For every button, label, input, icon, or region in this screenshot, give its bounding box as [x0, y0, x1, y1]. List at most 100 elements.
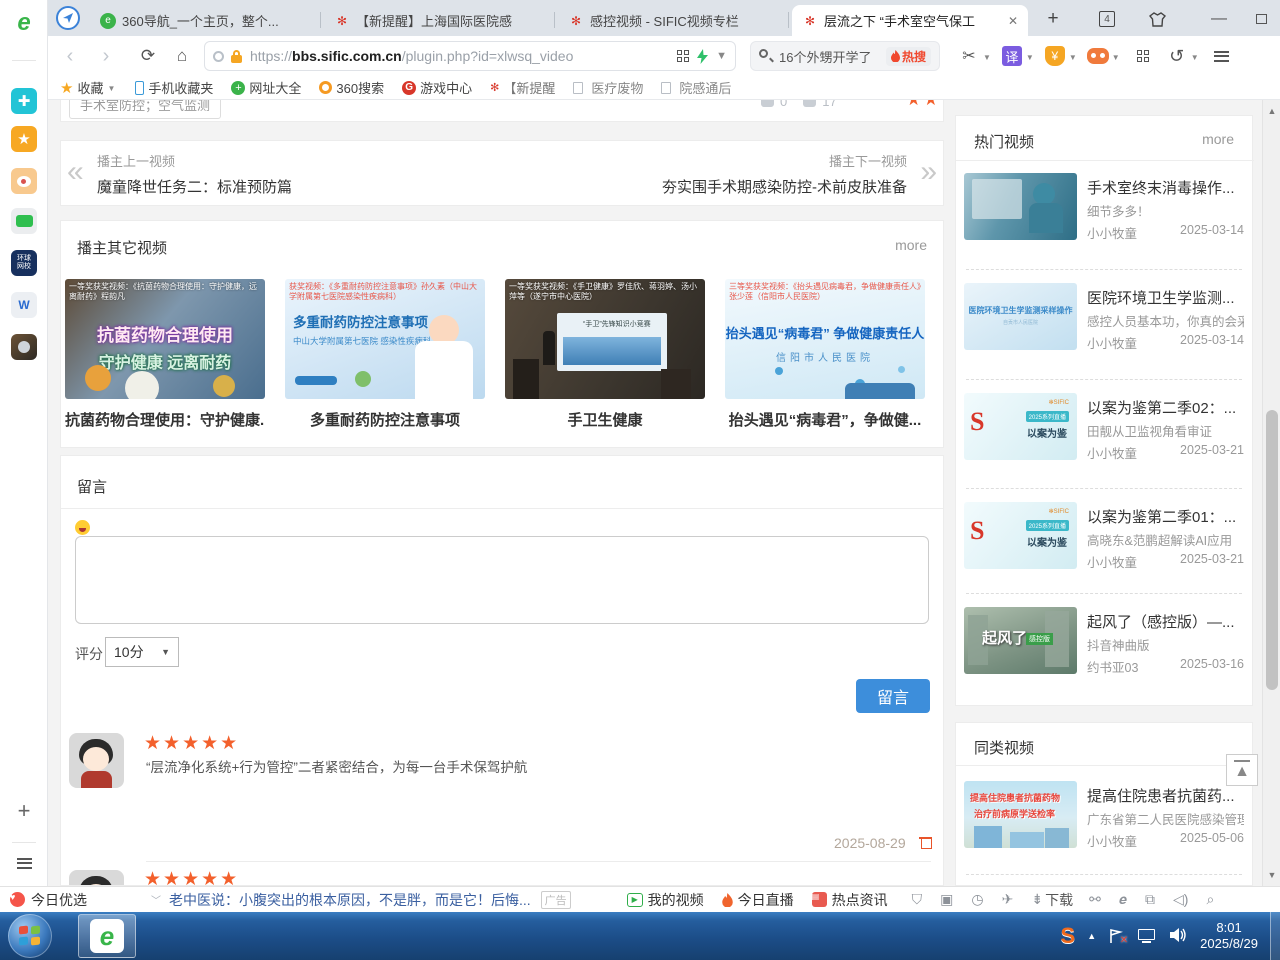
- other-videos-more-link[interactable]: more: [895, 237, 927, 253]
- reload-button[interactable]: ⟳: [134, 42, 162, 70]
- tab-active-laminar-flow[interactable]: ✻ 层流之下 “手术室空气保工 ✕: [792, 5, 1028, 36]
- video-rating-stars[interactable]: ★★★★★: [906, 100, 944, 110]
- history-clock-icon[interactable]: ◷: [971, 891, 983, 908]
- news-ticker-link[interactable]: 老中医说：小腹突出的根本原因，不是胖，而是它！后悔...: [169, 890, 531, 910]
- hot-video-item[interactable]: 手术室终末消毒操作... 细节多多！ 小小牧童2025-03-14: [956, 173, 1254, 241]
- hot-search-badge[interactable]: 热搜: [886, 47, 931, 66]
- bookmark-game-center[interactable]: G游戏中心: [402, 78, 472, 97]
- undo-recently-closed-icon[interactable]: ↺: [1164, 43, 1190, 69]
- taskbar-browser-button[interactable]: e: [78, 914, 136, 958]
- screenshot-image-icon[interactable]: ▣: [940, 891, 953, 908]
- taskbar-clock[interactable]: 8:01 2025/8/29: [1200, 920, 1258, 952]
- forward-button[interactable]: ›: [92, 42, 120, 70]
- mute-speaker-icon[interactable]: ◁): [1173, 891, 1188, 908]
- qr-code-icon[interactable]: [677, 50, 689, 62]
- browser-360-logo-icon[interactable]: e: [11, 10, 37, 36]
- 360-tray-icon[interactable]: S: [1061, 923, 1076, 949]
- start-button[interactable]: [8, 914, 52, 958]
- security-shield-icon[interactable]: ⛉: [912, 891, 923, 908]
- bookmark-hospital-infection[interactable]: 院感通后: [661, 78, 731, 97]
- search-box[interactable]: 16个外甥开学了 热搜: [750, 41, 940, 71]
- address-bar[interactable]: https://bbs.sific.com.cn/plugin.php?id=x…: [204, 41, 736, 71]
- sidebar-list-icon[interactable]: [11, 850, 37, 876]
- booster-rocket-icon[interactable]: ✈: [1002, 891, 1014, 908]
- bookmark-favorites[interactable]: ★收藏▼: [60, 78, 117, 97]
- scroll-up-arrow[interactable]: ▲: [1263, 106, 1280, 116]
- video-title[interactable]: 多重耐药防控注意事项: [285, 409, 485, 430]
- video-title[interactable]: 抗菌药物合理使用：守护健康...: [65, 409, 265, 430]
- navigation-compass-icon[interactable]: [56, 6, 80, 30]
- video-tag[interactable]: 手术室防控；空气监测: [69, 100, 221, 119]
- video-thumbnail[interactable]: 一等奖获奖视频：《抗菌药物合理使用：守护健康，远离耐药》程韵凡 抗菌药物合理使用…: [65, 279, 265, 399]
- hot-videos-more-link[interactable]: more: [1202, 131, 1234, 147]
- hot-video-item[interactable]: S ✻SIFIC 2025系列直播 以案为鉴 以案为鉴第二季01：... 高晓东…: [956, 502, 1254, 570]
- video-title[interactable]: 手卫生健康: [505, 409, 705, 430]
- scrollbar-thumb[interactable]: [1266, 410, 1278, 690]
- tab-360-nav[interactable]: e 360导航_一个主页，整个...: [90, 5, 316, 36]
- next-double-chevron-icon[interactable]: »: [920, 155, 937, 189]
- rating-select[interactable]: 10分 ▼: [105, 637, 179, 667]
- translate-icon[interactable]: 译: [999, 43, 1025, 69]
- tab-sific-videos[interactable]: ✻ 感控视频 - SIFIC视频专栏: [558, 5, 784, 36]
- live-link[interactable]: 今日直播: [738, 890, 794, 910]
- hot-news-link[interactable]: 热点资讯: [832, 890, 888, 910]
- window-split-icon[interactable]: ⧉: [1145, 891, 1155, 908]
- apps-grid-icon[interactable]: [1130, 43, 1156, 69]
- emoji-picker-icon[interactable]: [75, 520, 90, 535]
- home-button[interactable]: ⌂: [168, 42, 196, 70]
- game-center-icon[interactable]: [1085, 43, 1111, 69]
- bookmark-site-directory[interactable]: +网址大全: [231, 78, 301, 97]
- prev-double-chevron-icon[interactable]: «: [67, 155, 84, 189]
- find-on-page-icon[interactable]: ⌕: [1206, 891, 1214, 908]
- prev-video-link[interactable]: 播主上一视频 魔童降世任务二：标准预防篇: [97, 151, 292, 197]
- delete-comment-icon[interactable]: [919, 835, 932, 849]
- volume-speaker-icon[interactable]: [1170, 927, 1188, 946]
- screenshot-scissors-icon[interactable]: ✂: [956, 43, 982, 69]
- speed-lightning-icon[interactable]: [697, 49, 708, 64]
- new-tab-button[interactable]: +: [1040, 8, 1066, 30]
- hot-video-item[interactable]: 医院环境卫生学监测采样操作 自贡市人民医院 医院环境卫生学监测... 感控人员基…: [956, 283, 1254, 351]
- hot-video-item[interactable]: 起风了 感控版 起风了（感控版）—... 抖音神曲版 约书亚032025-03-…: [956, 607, 1254, 675]
- ssl-lock-icon[interactable]: [230, 50, 243, 63]
- maximize-button[interactable]: [1248, 8, 1274, 30]
- video-title[interactable]: 抬头遇见“病毒君”，争做健...: [725, 409, 925, 430]
- page-scrollbar[interactable]: ▲ ▼: [1262, 100, 1280, 886]
- tab-close-icon[interactable]: ✕: [1008, 14, 1018, 28]
- bookmark-360-search[interactable]: 360搜索: [319, 78, 384, 97]
- download-label[interactable]: 下载: [1045, 890, 1073, 910]
- game-app-icon[interactable]: [11, 334, 37, 360]
- submit-comment-button[interactable]: 留言: [856, 679, 930, 713]
- network-icon[interactable]: ✕: [1108, 927, 1126, 945]
- hot-video-item[interactable]: S ✻SIFIC 2025系列直播 以案为鉴 以案为鉴第二季02：... 田靓从…: [956, 393, 1254, 461]
- video-thumbnail[interactable]: 一等奖获奖视频：《手卫健康》罗佳欣、蒋羽婷、汤小萍等（遂宁市中心医院） “手卫”…: [505, 279, 705, 399]
- back-to-top-button[interactable]: ▲: [1226, 754, 1258, 786]
- favorites-star-icon[interactable]: ★: [11, 126, 37, 152]
- back-button[interactable]: ‹: [56, 42, 84, 70]
- similar-video-item[interactable]: 提高住院患者抗菌药物 治疗前病原学送检率 提高住院患者抗菌药... 广东省第二人…: [956, 781, 1254, 849]
- proxy-link-icon[interactable]: ⚯: [1089, 891, 1101, 908]
- menu-hamburger-icon[interactable]: [1209, 43, 1235, 69]
- video-thumbnail[interactable]: 获奖视频：《多重耐药防控注意事项》孙久素（中山大学附属第七医院感染性疾病科） 多…: [285, 279, 485, 399]
- like-icon[interactable]: [761, 100, 774, 107]
- theme-skin-icon[interactable]: [1144, 8, 1170, 30]
- health-app-icon[interactable]: ✚: [11, 88, 37, 114]
- weibo-icon[interactable]: [11, 168, 37, 194]
- display-monitor-icon[interactable]: [1138, 927, 1158, 945]
- next-video-link[interactable]: 播主下一视频 夯实围手术期感染防控-术前皮肤准备: [662, 151, 907, 197]
- tab-list-count[interactable]: 4: [1094, 8, 1120, 30]
- my-videos-link[interactable]: 我的视频: [648, 890, 704, 910]
- show-desktop-button[interactable]: [1270, 912, 1280, 960]
- wallet-shield-icon[interactable]: ¥: [1042, 43, 1068, 69]
- minimize-button[interactable]: —: [1206, 8, 1232, 30]
- download-icon[interactable]: ⇟: [1031, 891, 1043, 908]
- chevron-down-icon[interactable]: ▼: [716, 50, 727, 62]
- daily-picks-label[interactable]: 今日优选: [31, 890, 87, 910]
- huanqiu-app-icon[interactable]: 环球网校: [11, 250, 37, 276]
- comment-input[interactable]: [75, 536, 929, 624]
- bookmark-sific-reminder[interactable]: ✻【新提醒: [490, 78, 555, 97]
- ie-compat-icon[interactable]: 𝒆: [1119, 891, 1127, 908]
- mail-icon[interactable]: [11, 208, 37, 234]
- video-thumbnail[interactable]: 三等奖获奖视频：《抬头遇见病毒君，争做健康责任人》张少莲（信阳市人民医院） 抬头…: [725, 279, 925, 399]
- word-doc-icon[interactable]: W: [11, 292, 37, 318]
- add-sidebar-app-icon[interactable]: +: [11, 798, 37, 824]
